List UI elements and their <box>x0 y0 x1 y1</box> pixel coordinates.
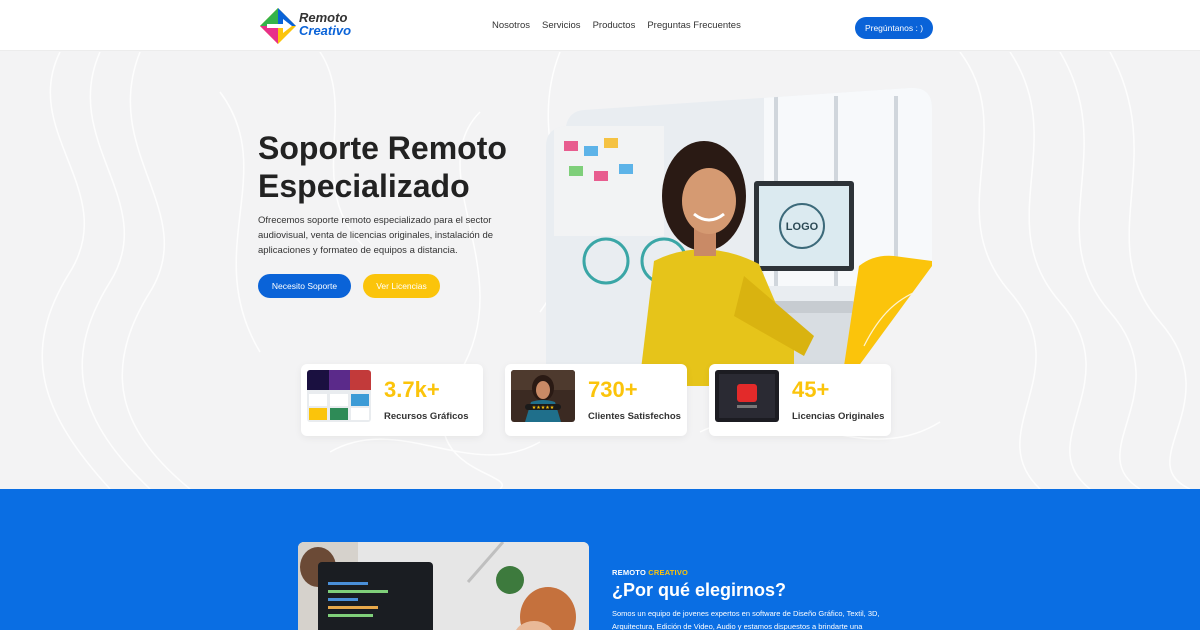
hero-title: Soporte Remoto Especializado <box>258 129 548 205</box>
stat-thumb-licenses <box>715 370 779 422</box>
hero-description: Ofrecemos soporte remoto especializado p… <box>258 215 494 256</box>
section-title: ¿Por qué elegirnos? <box>612 580 787 600</box>
brand-logo[interactable]: Remoto Creativo <box>259 7 359 45</box>
hero-title-line2: Especializado <box>258 168 470 204</box>
hero-title-line1: Soporte Remoto <box>258 130 507 166</box>
stat-card-clients: ★★★★★ 730+ Clientes Satisfechos <box>505 364 687 436</box>
team-photo <box>298 542 589 630</box>
section-description: Somos un equipo de jovenes expertos en s… <box>612 609 880 630</box>
hero-photo: LOGO <box>546 87 932 386</box>
logo-mark-icon <box>260 8 296 44</box>
stat-card-resources: 3.7k+ Recursos Gráficos <box>301 364 483 436</box>
stat-number: 730+ <box>588 377 638 402</box>
monitor-logo-text: LOGO <box>786 221 819 233</box>
logo-line2: Creativo <box>299 23 352 38</box>
nav-item-productos[interactable]: Productos <box>593 20 636 31</box>
site-header: Remoto Creativo Nosotros Servicios Produ… <box>0 0 1200 51</box>
need-support-button[interactable]: Necesito Soporte <box>258 274 351 298</box>
stat-label: Recursos Gráficos <box>384 411 469 422</box>
stat-label: Clientes Satisfechos <box>588 411 681 422</box>
ask-us-button[interactable]: Pregúntanos : ) <box>855 17 933 39</box>
svg-text:★★★★★: ★★★★★ <box>532 405 555 411</box>
stat-number: 3.7k+ <box>384 377 440 402</box>
main-nav: Nosotros Servicios Productos Preguntas F… <box>492 20 741 31</box>
section-eyebrow: REMOTO CREATIVO <box>612 568 688 577</box>
stat-number: 45+ <box>792 377 830 402</box>
eyebrow-part1: REMOTO <box>612 568 646 577</box>
stat-thumb-clients: ★★★★★ <box>511 370 575 422</box>
stat-thumb-resources <box>307 370 371 422</box>
stat-label: Licencias Originales <box>792 411 885 422</box>
nav-item-nosotros[interactable]: Nosotros <box>492 20 530 31</box>
logo-wordmark: Remoto Creativo <box>299 11 351 37</box>
eyebrow-part2: CREATIVO <box>648 568 689 577</box>
why-us-section: REMOTO CREATIVO ¿Por qué elegirnos? Somo… <box>0 489 1200 630</box>
nav-item-faq[interactable]: Preguntas Frecuentes <box>647 20 740 31</box>
view-licenses-button[interactable]: Ver Licencias <box>363 274 440 298</box>
nav-item-servicios[interactable]: Servicios <box>542 20 581 31</box>
stat-card-licenses: 45+ Licencias Originales <box>709 364 891 436</box>
